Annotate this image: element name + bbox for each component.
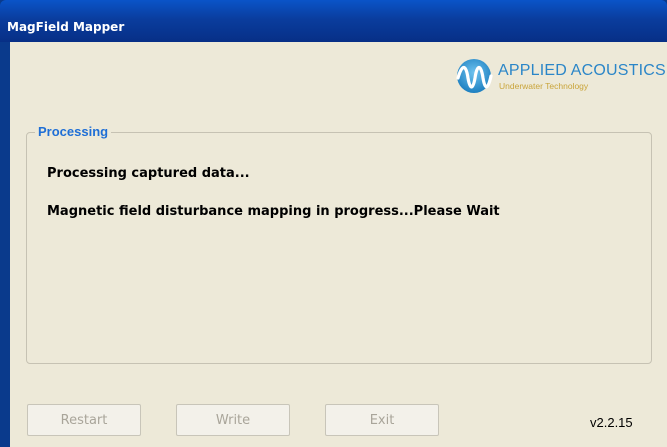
processing-group: Processing Processing captured data... M…: [26, 124, 652, 364]
window-title: MagField Mapper: [7, 20, 125, 34]
app-window: MagField Mapper APPLIED ACOUSTICS Underw…: [0, 0, 667, 447]
restart-button[interactable]: Restart: [27, 404, 141, 436]
company-logo: APPLIED ACOUSTICS Underwater Technology: [452, 56, 666, 96]
logo-name: APPLIED ACOUSTICS: [498, 62, 666, 79]
write-button[interactable]: Write: [176, 404, 290, 436]
title-bar[interactable]: MagField Mapper: [0, 0, 667, 42]
version-label: v2.2.15: [590, 415, 633, 430]
applied-acoustics-logo-icon: [456, 59, 493, 93]
status-line-1: Processing captured data...: [47, 166, 250, 181]
exit-button[interactable]: Exit: [325, 404, 439, 436]
client-area: APPLIED ACOUSTICS Underwater Technology …: [10, 42, 667, 447]
status-line-2: Magnetic field disturbance mapping in pr…: [47, 204, 500, 219]
logo-tagline: Underwater Technology: [499, 81, 589, 91]
processing-group-title: Processing: [35, 124, 112, 139]
